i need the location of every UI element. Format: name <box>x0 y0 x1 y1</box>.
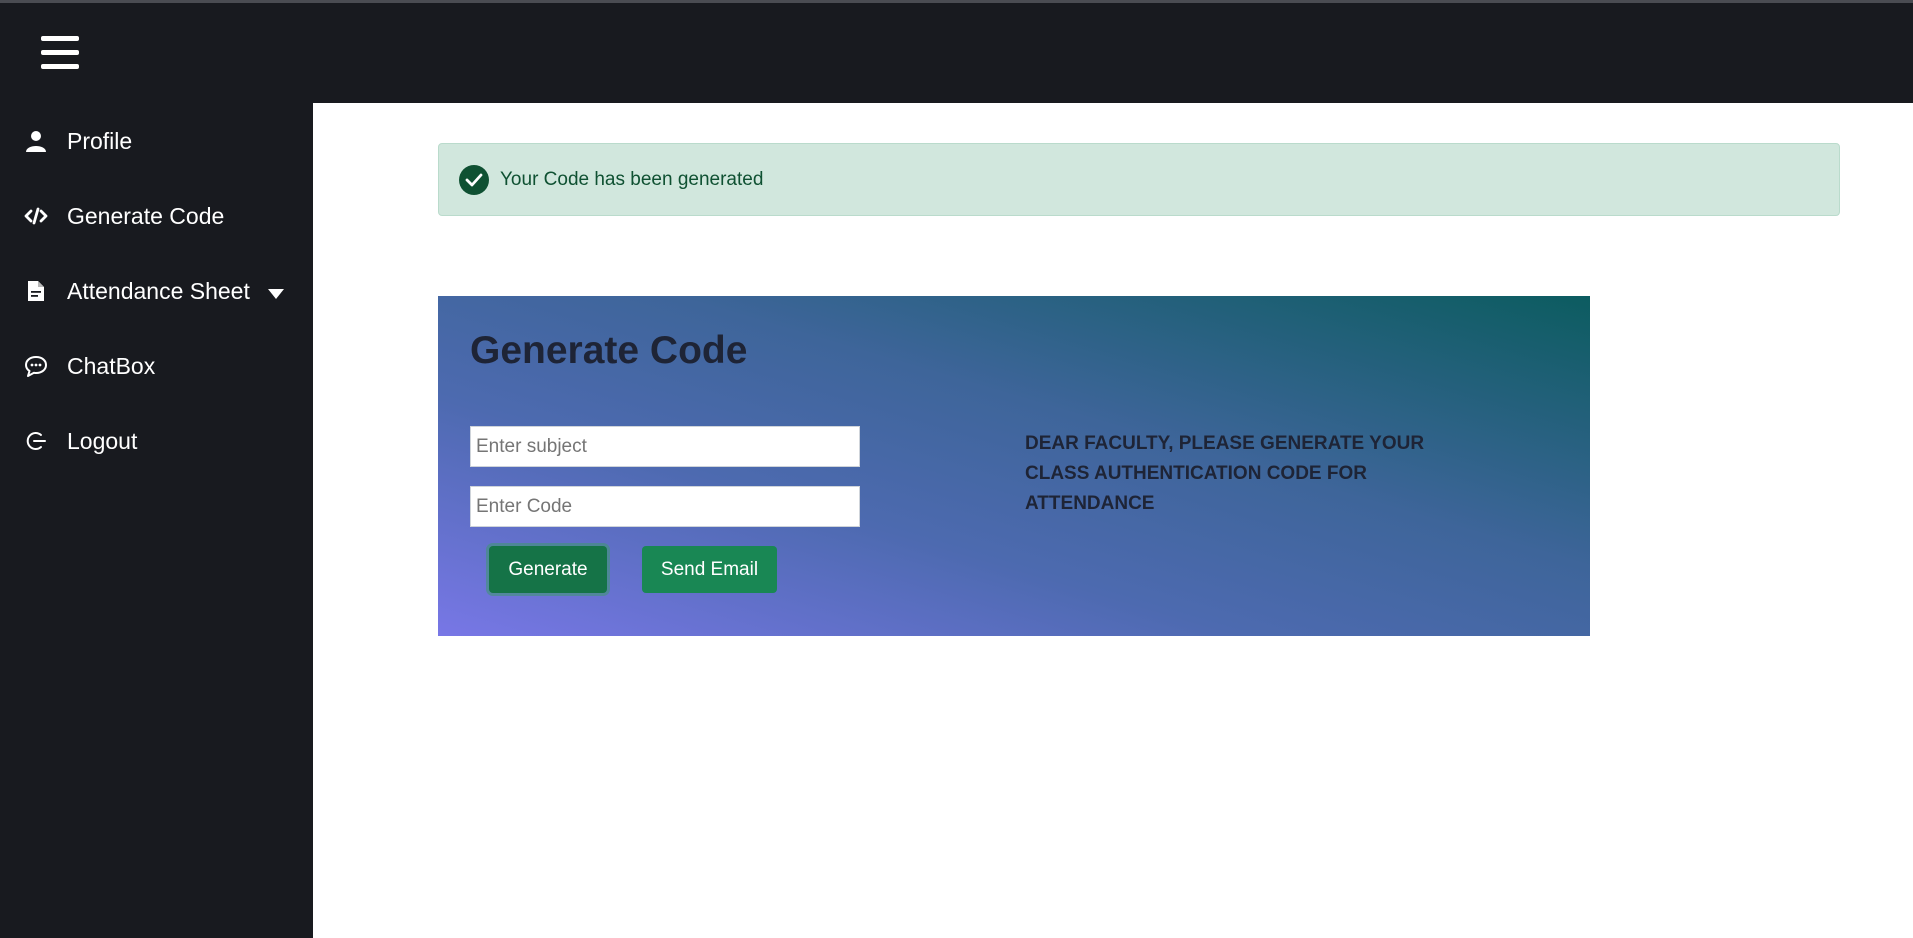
sidebar-item-label: Logout <box>67 427 138 454</box>
user-icon <box>24 129 48 153</box>
code-input[interactable] <box>470 486 860 527</box>
sidebar-item-label: ChatBox <box>67 352 156 379</box>
sidebar-item-label: Generate Code <box>67 202 225 229</box>
sidebar-item-chatbox[interactable]: ChatBox <box>0 338 313 394</box>
main-content: Your Code has been generated Generate Co… <box>313 103 1913 938</box>
generate-button[interactable]: Generate <box>489 546 607 593</box>
sidebar-item-profile[interactable]: Profile <box>0 113 313 169</box>
send-email-button[interactable]: Send Email <box>642 546 777 593</box>
code-icon <box>24 204 48 228</box>
document-icon <box>24 279 48 303</box>
sidebar-item-generate-code[interactable]: Generate Code <box>0 188 313 244</box>
chevron-down-icon[interactable] <box>267 278 284 305</box>
sidebar-item-label: Attendance Sheet <box>67 277 250 304</box>
check-circle-icon <box>459 164 489 195</box>
sidebar-item-label: Profile <box>67 127 133 154</box>
top-bar <box>0 0 1913 103</box>
hamburger-menu-icon[interactable] <box>41 36 79 70</box>
generate-code-card: Generate Code Generate Send Email DEAR F… <box>438 296 1590 636</box>
chat-icon <box>24 354 48 378</box>
alert-message: Your Code has been generated <box>500 168 764 190</box>
success-alert: Your Code has been generated <box>438 143 1840 216</box>
instruction-text: DEAR FACULTY, PLEASE GENERATE YOUR CLASS… <box>1025 433 1425 514</box>
subject-input[interactable] <box>470 426 860 467</box>
sidebar: Profile Generate Code Attendance Sheet C… <box>0 103 313 938</box>
sidebar-item-logout[interactable]: Logout <box>0 413 313 469</box>
logout-icon <box>24 429 48 453</box>
sidebar-item-attendance-sheet[interactable]: Attendance Sheet <box>0 263 313 319</box>
card-title: Generate Code <box>470 329 748 372</box>
